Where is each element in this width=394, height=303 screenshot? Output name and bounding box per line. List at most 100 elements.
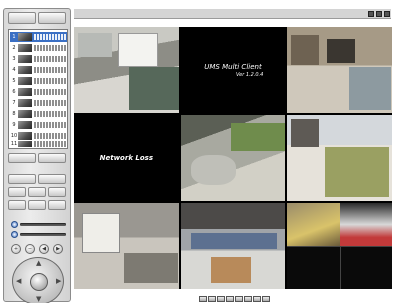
- camera-number: 5: [12, 78, 16, 84]
- camera-thumbnail: [18, 110, 32, 118]
- camera-thumbnail: [18, 44, 32, 52]
- setup-button[interactable]: [38, 12, 66, 24]
- camera-thumbnail: [18, 88, 32, 96]
- camera-tile[interactable]: [180, 203, 286, 289]
- camera-list-item[interactable]: 11: [10, 140, 67, 148]
- camera-name: [34, 133, 67, 139]
- scene-region: [124, 253, 178, 283]
- zoom-out-button[interactable]: −: [25, 244, 35, 254]
- camera-list-item[interactable]: 8: [10, 109, 67, 119]
- layout-6-button[interactable]: [217, 296, 225, 302]
- client-info-tile[interactable]: UMS Multi Client Ver 1.2.0.4: [180, 27, 286, 113]
- camera-thumbnail: [18, 121, 32, 129]
- camera-list-item[interactable]: 7: [10, 98, 67, 108]
- camera-thumbnail: [18, 77, 32, 85]
- camera-tile[interactable]: [180, 115, 286, 201]
- camera-tile[interactable]: [287, 27, 392, 113]
- tool-button-5[interactable]: [28, 200, 46, 210]
- sub-view[interactable]: [339, 203, 392, 246]
- camera-list-item[interactable]: 2: [10, 43, 67, 53]
- camera-thumbnail: [18, 99, 32, 107]
- camera-list-item[interactable]: 4: [10, 65, 67, 75]
- scene-region: [118, 33, 158, 67]
- sub-view[interactable]: [287, 203, 340, 246]
- scene-region: [82, 213, 120, 253]
- focus-near-button[interactable]: ◀: [39, 244, 49, 254]
- camera-name: [34, 67, 67, 73]
- slider-knob[interactable]: [11, 230, 18, 238]
- tool-button-2[interactable]: [28, 187, 46, 197]
- next-icon: ▶: [56, 246, 60, 252]
- camera-tile[interactable]: [74, 203, 179, 289]
- scene-region: [325, 147, 390, 197]
- ptz-down-icon[interactable]: ▼: [36, 296, 41, 303]
- playback-button[interactable]: [38, 153, 66, 163]
- ptz-up-icon[interactable]: ▲: [36, 260, 41, 267]
- camera-number: 7: [12, 100, 16, 106]
- tool-button-4[interactable]: [8, 200, 26, 210]
- contrast-slider[interactable]: [11, 230, 66, 238]
- ptz-left-icon[interactable]: ◀: [16, 278, 21, 285]
- camera-name: [34, 122, 67, 128]
- layout-13-button[interactable]: [244, 296, 252, 302]
- camera-list-item[interactable]: 9: [10, 120, 67, 130]
- sub-view[interactable]: [339, 246, 392, 289]
- network-loss-tile[interactable]: Network Loss: [74, 115, 179, 201]
- scene-region: [210, 257, 251, 283]
- camera-tile[interactable]: [74, 27, 179, 113]
- scene-region: [129, 67, 179, 110]
- layout-10-button[interactable]: [235, 296, 243, 302]
- prev-icon: ◀: [42, 246, 46, 252]
- sequence-button[interactable]: [262, 296, 270, 302]
- focus-far-button[interactable]: ▶: [53, 244, 63, 254]
- audio-button[interactable]: [8, 174, 36, 184]
- camera-number: 11: [10, 141, 18, 147]
- tool-button-3[interactable]: [48, 187, 66, 197]
- camera-thumbnail: [18, 66, 32, 74]
- camera-list-item[interactable]: 1: [10, 32, 67, 42]
- layout-1-button[interactable]: [199, 296, 207, 302]
- zoom-in-button[interactable]: +: [11, 244, 21, 254]
- ptz-right-icon[interactable]: ▶: [56, 278, 61, 285]
- layout-button-group: [199, 296, 270, 302]
- camera-tile[interactable]: [287, 115, 392, 201]
- layout-16-button[interactable]: [253, 296, 261, 302]
- minus-icon: −: [27, 246, 33, 252]
- scene-region: [349, 67, 392, 110]
- camera-number: 4: [12, 67, 16, 73]
- sub-view[interactable]: [287, 246, 340, 289]
- layout-9-button[interactable]: [226, 296, 234, 302]
- scene-region: [230, 123, 285, 151]
- control-panel: 1 2 3 4 5 6 7 8 9 10 11 + − ◀ ▶ ▲ ▼ ◀ ▶: [3, 8, 71, 303]
- scene-region: [327, 39, 356, 63]
- close-icon[interactable]: [384, 11, 390, 17]
- record-button[interactable]: [8, 153, 36, 163]
- camera-name: [34, 111, 67, 117]
- minimize-icon[interactable]: [368, 11, 374, 17]
- camera-number: 2: [12, 45, 16, 51]
- slider-track[interactable]: [20, 232, 66, 236]
- camera-grid: UMS Multi Client Ver 1.2.0.4 Network Los…: [74, 27, 392, 289]
- scene-region: [78, 33, 112, 57]
- camera-thumbnail: [18, 141, 32, 147]
- version-label: Ver 1.2.0.4: [235, 71, 264, 78]
- menu-button[interactable]: [8, 12, 36, 24]
- brightness-slider[interactable]: [11, 220, 66, 228]
- camera-list-item[interactable]: 3: [10, 54, 67, 64]
- capture-button[interactable]: [38, 174, 66, 184]
- camera-tile[interactable]: [287, 203, 392, 289]
- slider-track[interactable]: [20, 222, 66, 226]
- camera-name: [34, 100, 67, 106]
- maximize-icon[interactable]: [376, 11, 382, 17]
- layout-4-button[interactable]: [208, 296, 216, 302]
- camera-number: 6: [12, 89, 16, 95]
- ptz-center-button[interactable]: [30, 273, 48, 291]
- camera-list-item[interactable]: 6: [10, 87, 67, 97]
- camera-list[interactable]: 1 2 3 4 5 6 7 8 9 10 11: [8, 29, 68, 149]
- scene-region: [291, 35, 320, 65]
- ptz-joystick[interactable]: ▲ ▼ ◀ ▶: [12, 257, 64, 303]
- slider-knob[interactable]: [11, 220, 18, 228]
- camera-list-item[interactable]: 5: [10, 76, 67, 86]
- tool-button-6[interactable]: [48, 200, 66, 210]
- tool-button-1[interactable]: [8, 187, 26, 197]
